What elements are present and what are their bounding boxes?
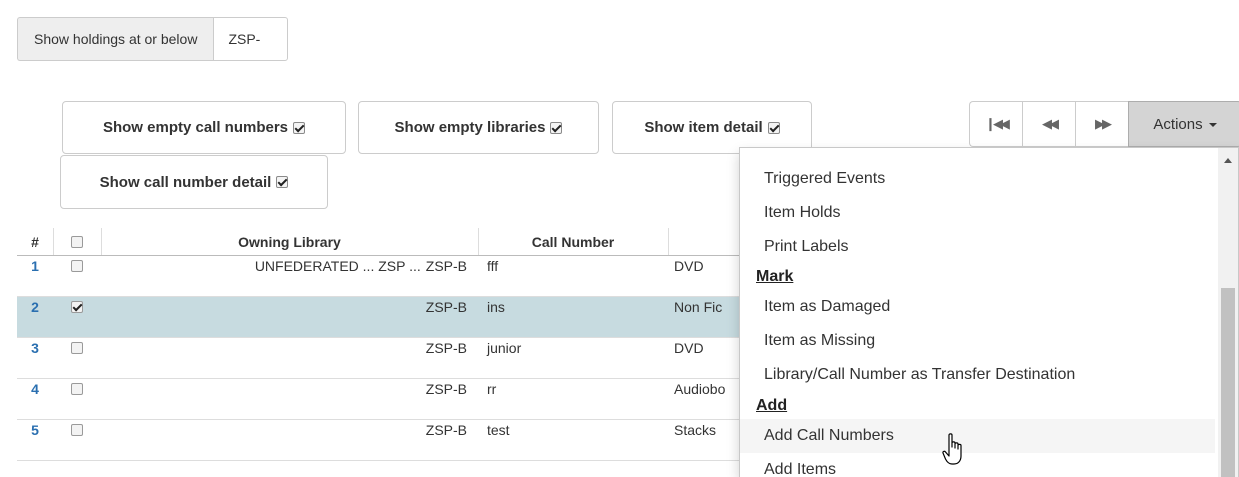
call-number-cell: rr [487,381,497,397]
menu-item-print-labels[interactable]: Print Labels [740,230,1215,264]
row-checkbox[interactable] [71,342,83,354]
header-owning-library[interactable]: Owning Library [101,228,479,255]
scroll-up-arrow-icon[interactable] [1224,158,1232,163]
call-number-cell: test [487,422,510,438]
show-empty-call-numbers-label: Show empty call numbers [102,119,289,136]
previous-page-button[interactable]: ◀◀ [1022,101,1075,147]
menu-section-mark: Mark [756,268,794,285]
next-page-icon: ▶▶ [1095,116,1112,131]
owning-library-cell: ZSP-B [101,297,467,317]
library-shortname: ZSP-B [425,422,467,438]
header-call-number[interactable]: Call Number [478,228,669,255]
library-shortname: ZSP-B [425,258,467,274]
first-page-icon: ❙◀◀ [985,116,1010,131]
actions-dropdown-button[interactable]: Actions [1128,101,1239,147]
actions-label: Actions [1153,115,1203,133]
select-all-checkbox[interactable] [71,235,83,248]
row-checkbox-cell[interactable] [53,420,101,440]
row-number[interactable]: 1 [17,256,53,276]
show-call-number-detail-toggle[interactable]: Show call number detail [60,155,328,209]
show-empty-call-numbers-toggle[interactable]: Show empty call numbers [62,101,346,154]
header-select-all[interactable] [53,228,102,255]
holdings-filter: Show holdings at or below ZSP- [17,17,289,61]
menu-scrollbar-thumb[interactable] [1221,288,1235,477]
menu-item-item-as-missing[interactable]: Item as Missing [740,324,1215,358]
caret-down-icon [1208,123,1217,127]
row-checkbox[interactable] [71,301,83,313]
row-checkbox-cell[interactable] [53,256,101,276]
library-shortname: ZSP-B [425,340,467,356]
row-number[interactable]: 3 [17,338,53,358]
call-number-cell: junior [487,340,522,356]
row-checkbox-cell[interactable] [53,297,101,317]
show-empty-libraries-label: Show empty libraries [394,119,546,136]
library-path: UNFEDERATED ... ZSP ... [254,258,421,274]
owning-library-cell: ZSP-B [101,420,467,440]
holdings-label: Show holdings at or below [17,17,214,61]
first-page-button[interactable]: ❙◀◀ [969,101,1022,147]
menu-item-triggered-events[interactable]: Triggered Events [740,162,1215,196]
previous-page-icon: ◀◀ [1042,116,1059,131]
library-shortname: ZSP-B [425,299,467,315]
menu-item-add-call-numbers[interactable]: Add Call Numbers [740,419,1215,453]
grid-pager: ❙◀◀ ◀◀ ▶▶ Actions [969,101,1239,147]
row-checkbox-cell[interactable] [53,379,101,399]
menu-section-add: Add [756,397,788,414]
actions-menu: Triggered Events Item Holds Print Labels… [739,147,1239,477]
show-empty-libraries-toggle[interactable]: Show empty libraries [358,101,599,154]
show-empty-libraries-checkbox[interactable] [550,121,563,134]
next-page-button[interactable]: ▶▶ [1075,101,1128,147]
owning-library-cell: ZSP-B [101,379,467,399]
call-number-cell: fff [487,258,499,274]
row-checkbox-cell[interactable] [53,338,101,358]
menu-item-add-items[interactable]: Add Items [740,453,1215,477]
show-empty-call-numbers-checkbox[interactable] [293,121,306,134]
owning-library-cell: ZSP-B [101,338,467,358]
menu-scrollbar[interactable] [1218,148,1238,477]
menu-item-item-as-damaged[interactable]: Item as Damaged [740,290,1215,324]
owning-library-cell: UNFEDERATED ... ZSP ... ZSP-B [101,256,467,276]
library-shortname: ZSP-B [425,381,467,397]
holdings-org-selector[interactable]: ZSP- [213,17,289,61]
row-checkbox[interactable] [71,260,83,272]
call-number-cell: ins [487,299,505,315]
row-number[interactable]: 4 [17,379,53,399]
row-number[interactable]: 2 [17,297,53,317]
row-number[interactable]: 5 [17,420,53,440]
show-item-detail-label: Show item detail [644,119,763,136]
show-call-number-detail-checkbox[interactable] [276,176,289,188]
row-checkbox[interactable] [71,383,83,395]
header-row-number: # [17,228,54,255]
show-item-detail-checkbox[interactable] [767,121,780,134]
hand-pointer-cursor-icon [942,433,962,465]
show-call-number-detail-label: Show call number detail [99,173,272,191]
menu-item-transfer-destination[interactable]: Library/Call Number as Transfer Destinat… [740,358,1215,392]
row-checkbox[interactable] [71,424,83,436]
menu-item-item-holds[interactable]: Item Holds [740,196,1215,230]
